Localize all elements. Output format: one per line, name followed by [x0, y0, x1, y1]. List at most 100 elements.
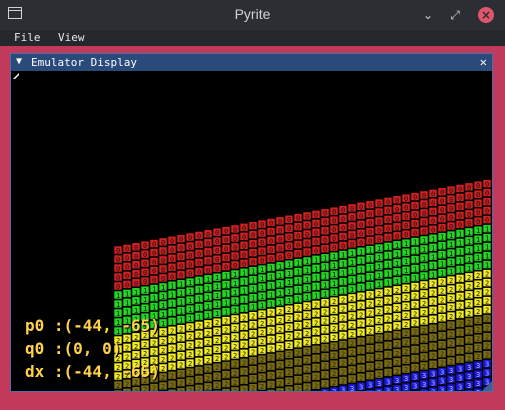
- tile-glyph: 0: [404, 213, 408, 221]
- tile-glyph: 1: [233, 271, 237, 279]
- tile-glyph: 2: [215, 346, 219, 354]
- tile-glyph: 2: [368, 310, 372, 318]
- panel-close-icon[interactable]: ✕: [480, 55, 487, 69]
- tile-glyph: 0: [170, 273, 174, 281]
- tile-glyph: 2: [269, 336, 273, 344]
- tile-glyph: 2: [476, 335, 480, 343]
- tile-glyph: 1: [206, 276, 210, 284]
- tile-glyph: 2: [197, 349, 201, 357]
- tile-glyph: 1: [170, 309, 174, 317]
- tile-glyph: 1: [359, 257, 363, 265]
- tile-glyph: 2: [431, 361, 435, 369]
- tile-glyph: 0: [287, 243, 291, 251]
- maximize-icon[interactable]: ⤢: [447, 7, 463, 23]
- tile-glyph: 0: [431, 199, 435, 207]
- tile-glyph: 1: [125, 299, 129, 307]
- tile-glyph: 1: [422, 246, 426, 254]
- panel-title-bar[interactable]: ▼ Emulator Display ✕: [11, 54, 492, 71]
- tile-glyph: 1: [287, 288, 291, 296]
- tile-glyph: 1: [224, 300, 228, 308]
- tile-glyph: 2: [323, 372, 327, 380]
- tile-glyph: 1: [305, 267, 309, 275]
- tile-glyph: 1: [296, 287, 300, 295]
- tile-glyph: 2: [404, 321, 408, 329]
- tile-glyph: 2: [287, 342, 291, 350]
- close-icon[interactable]: ×: [478, 7, 494, 23]
- tile-glyph: 2: [485, 298, 489, 306]
- tile-glyph: 2: [377, 344, 381, 352]
- debug-line-dx: dx :(-44, -65): [25, 362, 160, 381]
- tile-glyph: 0: [485, 181, 489, 189]
- tile-glyph: 2: [431, 325, 435, 333]
- tile-glyph: 0: [278, 245, 282, 253]
- tile-glyph: 2: [305, 348, 309, 356]
- tile-glyph: 1: [449, 241, 453, 249]
- tile-glyph: 2: [449, 340, 453, 348]
- tile-glyph: 0: [161, 248, 165, 256]
- tile-glyph: 2: [125, 389, 129, 391]
- tile-glyph: 2: [350, 358, 354, 366]
- debug-line-p0: p0 :(-44, -65): [25, 316, 160, 335]
- tile-glyph: 0: [305, 249, 309, 257]
- tile-glyph: 2: [215, 373, 219, 381]
- tile-glyph: 0: [431, 208, 435, 216]
- tile-glyph: 3: [422, 372, 426, 380]
- tile-glyph: 1: [161, 320, 165, 328]
- collapse-arrow-icon[interactable]: ▼: [16, 56, 22, 67]
- tile-glyph: 2: [161, 374, 165, 382]
- tile-glyph: 2: [386, 297, 390, 305]
- menu-view[interactable]: View: [58, 31, 85, 44]
- tile-glyph: 2: [467, 274, 471, 282]
- tile-glyph: 0: [179, 263, 183, 271]
- tile-glyph: 2: [278, 344, 282, 352]
- tile-glyph: 2: [386, 342, 390, 350]
- tile-glyph: 2: [485, 316, 489, 324]
- tile-glyph: 2: [278, 326, 282, 334]
- tile-glyph: 2: [458, 329, 462, 337]
- tile-glyph: 2: [233, 316, 237, 324]
- tile-glyph: 0: [368, 211, 372, 219]
- tile-glyph: 2: [485, 271, 489, 279]
- tile-glyph: 2: [476, 290, 480, 298]
- tile-glyph: 0: [323, 219, 327, 227]
- emulator-canvas[interactable]: 0000000000000000000000000000000000000000…: [11, 71, 492, 391]
- tile-glyph: 2: [251, 358, 255, 366]
- tile-glyph: 1: [395, 242, 399, 250]
- tile-glyph: 2: [413, 302, 417, 310]
- tile-glyph: 1: [233, 298, 237, 306]
- tile-glyph: 2: [332, 307, 336, 315]
- tile-glyph: 0: [377, 236, 381, 244]
- tile-glyph: 0: [161, 266, 165, 274]
- tile-glyph: 3: [323, 390, 327, 391]
- tile-glyph: 1: [395, 251, 399, 259]
- tile-glyph: 2: [269, 318, 273, 326]
- minimize-icon[interactable]: ⌄: [420, 7, 436, 23]
- tile-glyph: 1: [440, 252, 444, 260]
- resize-grip[interactable]: [482, 381, 492, 391]
- tile-glyph: 2: [323, 363, 327, 371]
- tile-glyph: 0: [224, 228, 228, 236]
- tile-glyph: 3: [368, 382, 372, 390]
- tile-glyph: 2: [224, 363, 228, 371]
- tile-glyph: 1: [224, 291, 228, 299]
- tile-glyph: 1: [458, 257, 462, 265]
- tile-glyph: 0: [134, 262, 138, 270]
- tile-glyph: 2: [233, 334, 237, 342]
- tile-glyph: 2: [449, 286, 453, 294]
- tile-glyph: 1: [323, 282, 327, 290]
- tile-glyph: 2: [440, 360, 444, 368]
- tile-glyph: 0: [341, 234, 345, 242]
- tile-glyph: 1: [413, 275, 417, 283]
- tile-glyph: 0: [251, 241, 255, 249]
- tile-glyph: 0: [197, 250, 201, 258]
- tile-glyph: 1: [269, 300, 273, 308]
- tile-glyph: 0: [188, 234, 192, 242]
- tile-glyph: 0: [278, 254, 282, 262]
- tile-glyph: 2: [404, 357, 408, 365]
- tile-glyph: 2: [152, 385, 156, 391]
- tile-glyph: 0: [305, 222, 309, 230]
- menu-file[interactable]: File: [14, 31, 41, 44]
- tile-glyph: 2: [386, 369, 390, 377]
- tile-glyph: 2: [260, 365, 264, 373]
- tile-glyph: 1: [296, 260, 300, 268]
